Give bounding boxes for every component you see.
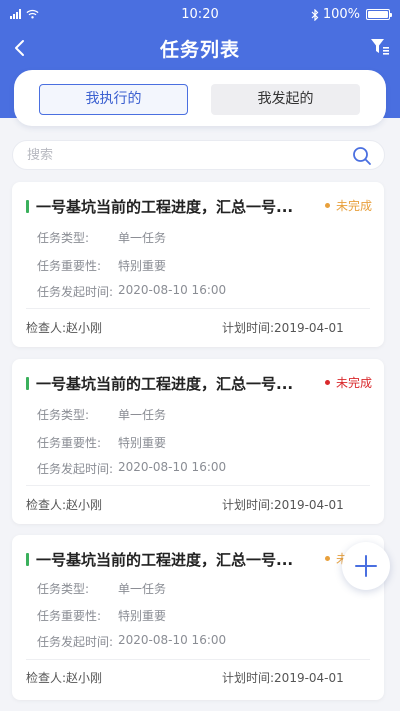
label-issued-time: 任务发起时间: [37,462,114,476]
card-divider [26,659,370,660]
row-type: 任务类型: 单一任务 [37,229,166,246]
label-type: 任务类型: [37,231,90,245]
card-divider [26,308,370,309]
search-input[interactable] [27,141,347,169]
battery-percent: 100% [322,7,360,22]
label-importance: 任务重要性: [37,436,102,450]
label-inspector: 检查人: [26,321,67,335]
label-planned-time: 计划时间: [222,671,275,685]
status-text: 未完成 [335,376,372,390]
card-accent-bar [26,553,29,566]
status-bar: 10:20 100% [0,0,400,32]
bluetooth-icon [311,8,319,21]
task-card[interactable]: 一号基坑当前的工程进度，汇总一号... 未完成 任务类型: 单一任务 任务重要性… [12,182,384,347]
value-type: 单一任务 [118,231,167,245]
label-type: 任务类型: [37,408,90,422]
status-dot [324,380,330,385]
row-importance: 任务重要性: 特别重要 [37,607,166,624]
value-planned-time: 2019-04-01 [274,498,344,512]
label-issued-time: 任务发起时间: [37,285,114,299]
value-importance: 特别重要 [118,609,167,623]
search-bar [12,140,385,170]
row-type: 任务类型: 单一任务 [37,406,166,423]
tab-my-executed[interactable]: 我执行的 [39,84,188,115]
row-importance: 任务重要性: 特别重要 [37,434,166,451]
label-importance: 任务重要性: [37,609,102,623]
label-importance: 任务重要性: [37,259,102,273]
label-type: 任务类型: [37,582,90,596]
planned-time: 计划时间:2019-04-01 [222,669,344,686]
value-inspector: 赵小刚 [66,321,103,335]
task-card[interactable]: 一号基坑当前的工程进度，汇总一号... 未完成 任务类型: 单一任务 任务重要性… [12,535,384,700]
add-task-button[interactable] [342,542,390,590]
label-planned-time: 计划时间: [222,321,275,335]
value-planned-time: 2019-04-01 [274,321,344,335]
status-dot [324,203,330,208]
value-issued-time: 2020-08-10 16:00 [118,460,227,474]
search-icon[interactable] [352,146,372,166]
row-importance: 任务重要性: 特别重要 [37,257,166,274]
status-badge: 未完成 [324,374,372,391]
page-title: 任务列表 [159,39,240,61]
value-issued-time: 2020-08-10 16:00 [118,633,227,647]
battery-icon [366,9,392,20]
inspector: 检查人:赵小刚 [26,496,102,513]
value-type: 单一任务 [118,582,167,596]
inspector: 检查人:赵小刚 [26,669,102,686]
planned-time: 计划时间:2019-04-01 [222,319,344,336]
status-badge: 未完成 [324,197,372,214]
task-card[interactable]: 一号基坑当前的工程进度，汇总一号... 未完成 任务类型: 单一任务 任务重要性… [12,359,384,524]
row-issued-time: 任务发起时间: 2020-08-10 16:00 [37,283,226,300]
inspector: 检查人:赵小刚 [26,319,102,336]
card-accent-bar [26,200,29,213]
value-planned-time: 2019-04-01 [274,671,344,685]
value-type: 单一任务 [118,408,167,422]
status-right: 100% [311,7,392,22]
row-issued-time: 任务发起时间: 2020-08-10 16:00 [37,633,226,650]
card-accent-bar [26,377,29,390]
task-title: 一号基坑当前的工程进度，汇总一号... [36,375,294,393]
value-importance: 特别重要 [118,436,167,450]
status-dot [324,556,330,561]
label-planned-time: 计划时间: [222,498,275,512]
value-inspector: 赵小刚 [66,671,103,685]
value-importance: 特别重要 [118,259,167,273]
value-issued-time: 2020-08-10 16:00 [118,283,227,297]
label-issued-time: 任务发起时间: [37,635,114,649]
row-type: 任务类型: 单一任务 [37,580,166,597]
tab-my-initiated[interactable]: 我发起的 [211,84,360,115]
task-title: 一号基坑当前的工程进度，汇总一号... [36,551,294,569]
label-inspector: 检查人: [26,671,67,685]
planned-time: 计划时间:2019-04-01 [222,496,344,513]
tab-switcher: 我执行的 我发起的 [14,70,386,126]
row-issued-time: 任务发起时间: 2020-08-10 16:00 [37,460,226,477]
status-text: 未完成 [335,199,372,213]
label-inspector: 检查人: [26,498,67,512]
card-divider [26,485,370,486]
filter-icon[interactable] [370,38,390,56]
task-title: 一号基坑当前的工程进度，汇总一号... [36,198,294,216]
value-inspector: 赵小刚 [66,498,103,512]
